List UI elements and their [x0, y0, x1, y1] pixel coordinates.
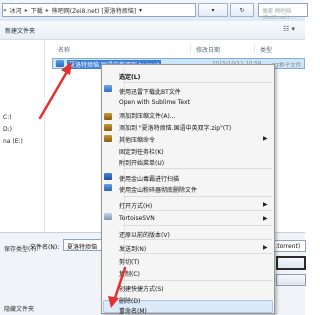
annotation-arrow-file	[38, 62, 72, 120]
annotation-arrows	[38, 62, 127, 308]
annotation-arrow-rename	[108, 266, 127, 308]
